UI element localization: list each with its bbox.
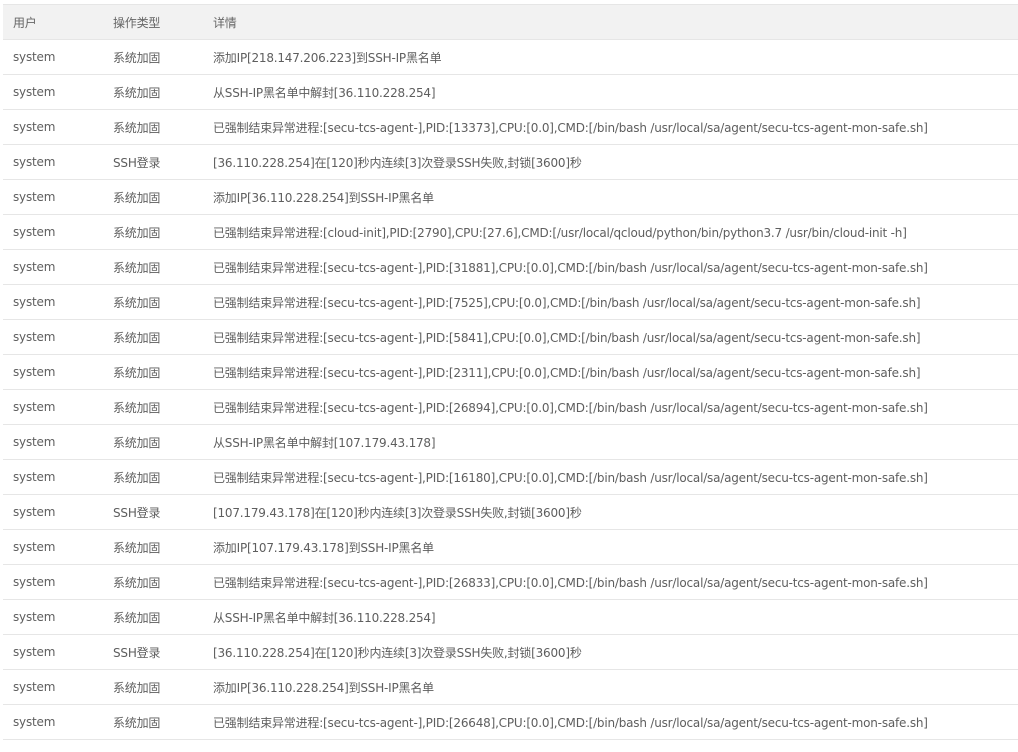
cell-operation-type: 系统加固 <box>113 680 161 695</box>
cell-operation-type: SSH登录 <box>113 505 161 520</box>
column-header-operation-type: 操作类型 <box>103 4 203 40</box>
cell-detail: [36.110.228.254]在[120]秒内连续[3]次登录SSH失败,封锁… <box>213 155 582 170</box>
table-row: system 系统加固 已强制结束异常进程:[secu-tcs-agent-],PI… <box>3 110 1018 145</box>
cell-detail: 已强制结束异常进程:[cloud-init],PID:[2790],CPU:[2… <box>213 225 907 240</box>
cell-operation-type: 系统加固 <box>113 85 161 100</box>
cell-user: system <box>13 610 56 624</box>
cell-user: system <box>13 715 56 729</box>
table-row: system 系统加固 已强制结束异常进程:[secu-tcs-agent-],PI… <box>3 355 1018 390</box>
table-row: system 系统加固 已强制结束异常进程:[secu-tcs-agent-],PI… <box>3 390 1018 425</box>
table-row: system 系统加固 已强制结束异常进程:[secu-tcs-agent-],PI… <box>3 320 1018 355</box>
cell-operation-type: 系统加固 <box>113 50 161 65</box>
table-row: system 系统加固 添加IP[107.179.43.178]到SSH-IP黑名单 <box>3 530 1018 565</box>
cell-operation-type: SSH登录 <box>113 645 161 660</box>
cell-user: system <box>13 505 56 519</box>
cell-operation-type: 系统加固 <box>113 575 161 590</box>
cell-user: system <box>13 470 56 484</box>
cell-detail: 从SSH-IP黑名单中解封[36.110.228.254] <box>213 85 436 100</box>
cell-detail: 从SSH-IP黑名单中解封[36.110.228.254] <box>213 610 436 625</box>
cell-user: system <box>13 365 56 379</box>
table-row: system 系统加固 已强制结束异常进程:[secu-tcs-agent-],PI… <box>3 460 1018 495</box>
cell-detail: [36.110.228.254]在[120]秒内连续[3]次登录SSH失败,封锁… <box>213 645 582 660</box>
cell-operation-type: 系统加固 <box>113 435 161 450</box>
table-row: system 系统加固 从SSH-IP黑名单中解封[36.110.228.254] <box>3 75 1018 110</box>
table-row: system 系统加固 已强制结束异常进程:[secu-tcs-agent-],PI… <box>3 565 1018 600</box>
security-log-table: 用户 操作类型 详情 system 系统加固 添加IP[218.147.206.22… <box>3 4 1018 740</box>
table-row: system 系统加固 已强制结束异常进程:[secu-tcs-agent-],PI… <box>3 285 1018 320</box>
cell-operation-type: 系统加固 <box>113 365 161 380</box>
table-row: system 系统加固 从SSH-IP黑名单中解封[36.110.228.254] <box>3 600 1018 635</box>
cell-operation-type: 系统加固 <box>113 715 161 730</box>
cell-detail: 已强制结束异常进程:[secu-tcs-agent-],PID:[7525],C… <box>213 295 921 310</box>
table-row: system SSH登录 [36.110.228.254]在[120]秒内连续[3]… <box>3 145 1018 180</box>
cell-detail: 添加IP[107.179.43.178]到SSH-IP黑名单 <box>213 540 434 555</box>
cell-detail: 已强制结束异常进程:[secu-tcs-agent-],PID:[13373],… <box>213 120 928 135</box>
cell-detail: 添加IP[218.147.206.223]到SSH-IP黑名单 <box>213 50 442 65</box>
header-row: 用户 操作类型 详情 <box>3 4 1018 40</box>
cell-detail: [107.179.43.178]在[120]秒内连续[3]次登录SSH失败,封锁… <box>213 505 582 520</box>
cell-user: system <box>13 400 56 414</box>
cell-detail: 从SSH-IP黑名单中解封[107.179.43.178] <box>213 435 436 450</box>
cell-operation-type: SSH登录 <box>113 155 161 170</box>
cell-user: system <box>13 50 56 64</box>
cell-user: system <box>13 435 56 449</box>
cell-detail: 已强制结束异常进程:[secu-tcs-agent-],PID:[5841],C… <box>213 330 921 345</box>
cell-detail: 添加IP[36.110.228.254]到SSH-IP黑名单 <box>213 190 434 205</box>
table-body: system 系统加固 添加IP[218.147.206.223]到SSH-IP黑名… <box>3 40 1018 740</box>
cell-user: system <box>13 645 56 659</box>
cell-user: system <box>13 85 56 99</box>
cell-operation-type: 系统加固 <box>113 470 161 485</box>
cell-operation-type: 系统加固 <box>113 225 161 240</box>
cell-operation-type: 系统加固 <box>113 120 161 135</box>
table-row: system 系统加固 已强制结束异常进程:[secu-tcs-agent-],PI… <box>3 250 1018 285</box>
cell-operation-type: 系统加固 <box>113 260 161 275</box>
table-row: system 系统加固 添加IP[36.110.228.254]到SSH-IP黑名单 <box>3 670 1018 705</box>
table-row: system SSH登录 [36.110.228.254]在[120]秒内连续[3]… <box>3 635 1018 670</box>
cell-detail: 已强制结束异常进程:[secu-tcs-agent-],PID:[2311],C… <box>213 365 921 380</box>
table-header: 用户 操作类型 详情 <box>3 4 1018 40</box>
cell-user: system <box>13 680 56 694</box>
table-row: system 系统加固 添加IP[36.110.228.254]到SSH-IP黑名单 <box>3 180 1018 215</box>
cell-user: system <box>13 295 56 309</box>
cell-operation-type: 系统加固 <box>113 295 161 310</box>
cell-detail: 已强制结束异常进程:[secu-tcs-agent-],PID:[26833],… <box>213 575 928 590</box>
cell-user: system <box>13 155 56 169</box>
cell-user: system <box>13 330 56 344</box>
cell-operation-type: 系统加固 <box>113 610 161 625</box>
table-row: system 系统加固 已强制结束异常进程:[secu-tcs-agent-],PI… <box>3 705 1018 740</box>
cell-user: system <box>13 190 56 204</box>
cell-user: system <box>13 575 56 589</box>
table-row: system 系统加固 已强制结束异常进程:[cloud-init],PID:[27… <box>3 215 1018 250</box>
cell-user: system <box>13 540 56 554</box>
cell-detail: 已强制结束异常进程:[secu-tcs-agent-],PID:[26894],… <box>213 400 928 415</box>
table-row: system 系统加固 从SSH-IP黑名单中解封[107.179.43.178] <box>3 425 1018 460</box>
cell-user: system <box>13 225 56 239</box>
table-row: system 系统加固 添加IP[218.147.206.223]到SSH-IP黑名… <box>3 40 1018 75</box>
column-header-user: 用户 <box>3 4 103 40</box>
cell-detail: 已强制结束异常进程:[secu-tcs-agent-],PID:[16180],… <box>213 470 928 485</box>
cell-operation-type: 系统加固 <box>113 330 161 345</box>
cell-operation-type: 系统加固 <box>113 540 161 555</box>
cell-operation-type: 系统加固 <box>113 400 161 415</box>
column-header-detail: 详情 <box>203 4 1018 40</box>
cell-detail: 已强制结束异常进程:[secu-tcs-agent-],PID:[31881],… <box>213 260 928 275</box>
table-row: system SSH登录 [107.179.43.178]在[120]秒内连续[3]… <box>3 495 1018 530</box>
cell-operation-type: 系统加固 <box>113 190 161 205</box>
cell-user: system <box>13 120 56 134</box>
cell-detail: 已强制结束异常进程:[secu-tcs-agent-],PID:[26648],… <box>213 715 928 730</box>
cell-detail: 添加IP[36.110.228.254]到SSH-IP黑名单 <box>213 680 434 695</box>
cell-user: system <box>13 260 56 274</box>
